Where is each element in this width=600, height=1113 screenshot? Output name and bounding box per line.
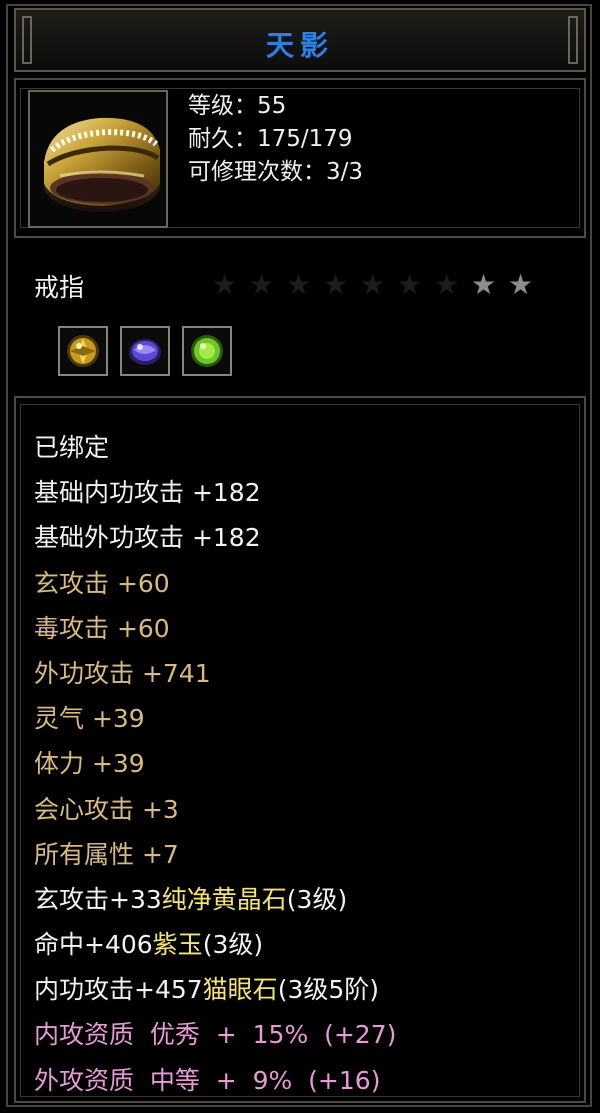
item-repair-count: 可修理次数：3/3 — [188, 159, 364, 185]
bound-status: 已绑定 — [34, 433, 110, 462]
gem-1-name: 纯净黄晶石 — [161, 884, 287, 914]
star-empty-icon: ★ — [323, 268, 349, 301]
all-attributes: 所有属性 +7 — [34, 839, 179, 869]
gem-1-stat: 玄攻击+33 — [34, 884, 162, 914]
star-empty-icon: ★ — [434, 268, 460, 301]
outer-attack-quality: 外攻资质 中等 + 9% (+16) — [34, 1065, 381, 1095]
spirit: 灵气 +39 — [34, 704, 145, 734]
star-filled-icon: ★ — [508, 268, 534, 301]
item-name: 天影 — [265, 29, 334, 62]
ring-icon — [28, 90, 168, 228]
title-bar: 天影 — [14, 8, 586, 72]
star-empty-icon: ★ — [249, 268, 275, 301]
star-empty-icon: ★ — [212, 268, 238, 301]
gem-socket-3: 内功攻击+457猫眼石(3级5阶) — [34, 967, 396, 1012]
item-type: 戒指 — [34, 273, 85, 302]
yellow-crystal-gem-icon — [58, 326, 108, 376]
purple-jade-gem-icon — [120, 326, 170, 376]
star-empty-icon: ★ — [397, 268, 423, 301]
stamina: 体力 +39 — [34, 749, 145, 779]
item-stats: 等级：55 耐久：175/179 可修理次数：3/3 — [188, 90, 363, 189]
gem-1-level: (3级) — [286, 884, 348, 914]
poison-attack: 毒攻击 +60 — [34, 613, 170, 643]
item-durability: 耐久：175/179 — [188, 126, 353, 152]
critical-attack: 会心攻击 +3 — [34, 794, 179, 824]
gem-2-name: 紫玉 — [152, 930, 203, 960]
gem-2-level: (3级) — [202, 930, 264, 960]
title-bar-right-cap — [568, 16, 578, 64]
gem-3-name: 猫眼石 — [202, 975, 278, 1005]
star-filled-icon: ★ — [471, 268, 497, 301]
star-empty-icon: ★ — [360, 268, 386, 301]
star-empty-icon: ★ — [286, 268, 312, 301]
gem-socket-1: 玄攻击+33纯净黄晶石(3级) — [34, 877, 396, 922]
base-outer-attack: 基础外功攻击 +182 — [34, 523, 261, 553]
base-inner-attack: 基础内功攻击 +182 — [34, 478, 261, 508]
gem-2-stat: 命中+406 — [34, 930, 153, 960]
gem-3-stat: 内功攻击+457 — [34, 975, 203, 1005]
xuan-attack: 玄攻击 +60 — [34, 568, 170, 598]
gem-socket-2: 命中+406紫玉(3级) — [34, 922, 396, 967]
cats-eye-gem-icon — [182, 326, 232, 376]
attribute-list: 已绑定 基础内功攻击 +182 基础外功攻击 +182 玄攻击 +60 毒攻击 … — [34, 425, 396, 1103]
item-level: 等级：55 — [188, 93, 287, 119]
outer-attack: 外功攻击 +741 — [34, 658, 211, 688]
gem-3-level: (3级5阶) — [277, 975, 380, 1005]
inner-attack-quality: 内攻资质 优秀 + 15% (+27) — [34, 1020, 397, 1050]
